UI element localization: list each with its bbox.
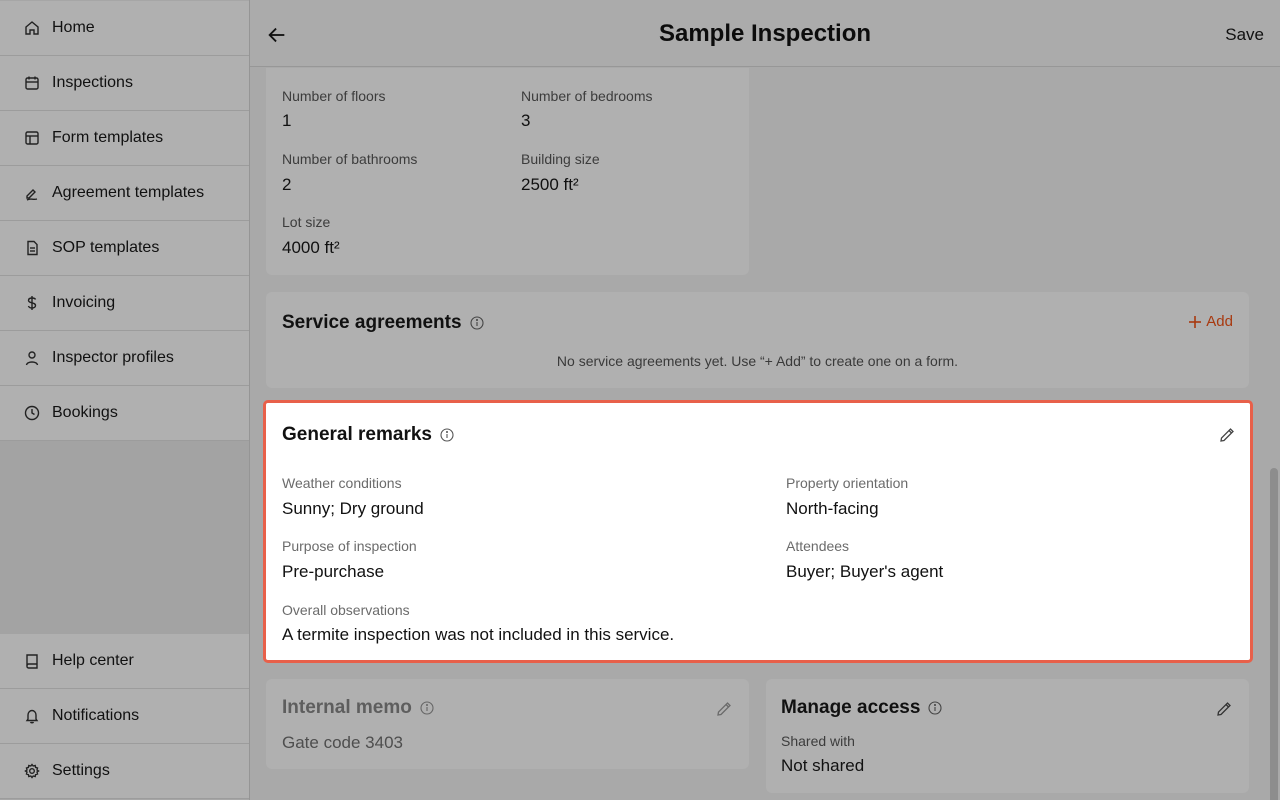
sidebar-item-bookings[interactable]: Bookings <box>0 386 249 441</box>
sidebar-item-sop-templates[interactable]: SOP templates <box>0 221 249 276</box>
general-remarks-title: General remarks <box>282 424 454 446</box>
attendees-label: Attendees <box>786 538 850 554</box>
scrollbar[interactable] <box>1270 468 1278 800</box>
internal-memo-title: Internal memo <box>282 697 434 719</box>
service-agreements-title: Service agreements <box>282 312 484 334</box>
service-agreements-card: Service agreements Add No service agreem… <box>266 292 1249 388</box>
bedrooms-value: 3 <box>521 111 531 130</box>
sidebar-item-label: Help center <box>52 652 134 669</box>
general-remarks-title-text: General remarks <box>282 424 432 445</box>
plus-icon <box>1189 315 1202 328</box>
property-orientation-value: North-facing <box>786 499 879 518</box>
lot-size-label: Lot size <box>282 214 331 230</box>
sidebar-item-label: Home <box>52 19 95 36</box>
page-title: Sample Inspection <box>658 20 872 47</box>
top-bar: Sample Inspection Save <box>250 0 1280 67</box>
sidebar-item-help-center[interactable]: Help center <box>0 634 249 689</box>
purpose-label: Purpose of inspection <box>282 538 417 554</box>
internal-memo-value: Gate code 3403 <box>282 733 403 752</box>
building-size-label: Building size <box>521 151 600 167</box>
service-agreements-empty-text: No service agreements yet. Use “+ Add” t… <box>556 353 959 369</box>
overall-observations-value: A termite inspection was not included in… <box>282 625 675 644</box>
user-icon <box>24 350 40 366</box>
bell-icon <box>24 708 40 724</box>
document-icon <box>24 240 40 256</box>
info-icon[interactable] <box>440 428 454 442</box>
sidebar-item-label: Form templates <box>52 129 164 146</box>
pencil-icon[interactable] <box>1218 426 1236 444</box>
general-remarks-card: General remarks Weather conditions Sunny… <box>263 400 1253 663</box>
calendar-icon <box>24 75 40 91</box>
lot-size-value: 4000 ft² <box>282 238 340 257</box>
sidebar-item-label: Inspector profiles <box>52 349 174 366</box>
bathrooms-label: Number of bathrooms <box>282 151 418 167</box>
sidebar-item-label: Settings <box>52 762 110 779</box>
weather-conditions-label: Weather conditions <box>282 475 402 491</box>
sidebar-item-settings[interactable]: Settings <box>0 744 249 799</box>
sidebar: Home Inspections Form templates Agreemen… <box>0 0 250 800</box>
manage-access-title-text: Manage access <box>781 697 921 718</box>
sidebar-item-inspections[interactable]: Inspections <box>0 56 249 111</box>
dollar-icon <box>24 295 40 311</box>
sidebar-item-agreement-templates[interactable]: Agreement templates <box>0 166 249 221</box>
shared-with-value: Not shared <box>781 756 865 775</box>
building-size-value: 2500 ft² <box>521 175 579 194</box>
add-label: Add <box>1206 313 1233 330</box>
sidebar-spacer <box>0 441 249 634</box>
sidebar-item-label: SOP templates <box>52 239 160 256</box>
sidebar-item-notifications[interactable]: Notifications <box>0 689 249 744</box>
sidebar-item-inspector-profiles[interactable]: Inspector profiles <box>0 331 249 386</box>
pencil-icon[interactable] <box>715 700 733 718</box>
signature-icon <box>24 185 40 201</box>
sidebar-item-label: Notifications <box>52 707 140 724</box>
sidebar-item-home[interactable]: Home <box>0 1 249 56</box>
floors-label: Number of floors <box>282 88 386 104</box>
overall-observations-label: Overall observations <box>282 602 410 618</box>
gear-icon <box>24 763 40 779</box>
bathrooms-value: 2 <box>282 175 292 194</box>
sidebar-item-form-templates[interactable]: Form templates <box>0 111 249 166</box>
info-icon[interactable] <box>420 701 434 715</box>
purpose-value: Pre-purchase <box>282 562 385 581</box>
sidebar-item-label: Agreement templates <box>52 184 205 201</box>
layout-icon <box>24 130 40 146</box>
property-details-card: Number of floors 1 Number of bedrooms 3 … <box>266 68 749 275</box>
shared-with-label: Shared with <box>781 733 855 749</box>
sidebar-item-label: Invoicing <box>52 294 116 311</box>
info-icon[interactable] <box>928 701 942 715</box>
property-orientation-label: Property orientation <box>786 475 909 491</box>
sidebar-item-label: Bookings <box>52 404 118 421</box>
service-agreements-title-text: Service agreements <box>282 312 462 333</box>
attendees-value: Buyer; Buyer's agent <box>786 562 944 581</box>
info-icon[interactable] <box>470 316 484 330</box>
clock-icon <box>24 405 40 421</box>
pencil-icon[interactable] <box>1215 700 1233 718</box>
weather-conditions-value: Sunny; Dry ground <box>282 499 424 518</box>
add-service-agreement-button[interactable]: Add <box>1188 313 1233 330</box>
sidebar-item-invoicing[interactable]: Invoicing <box>0 276 249 331</box>
book-icon <box>24 653 40 669</box>
sidebar-item-label: Inspections <box>52 74 133 91</box>
manage-access-title: Manage access <box>781 697 942 719</box>
bedrooms-label: Number of bedrooms <box>521 88 653 104</box>
save-button[interactable]: Save <box>1225 25 1264 45</box>
internal-memo-card: Internal memo Gate code 3403 <box>266 679 749 769</box>
home-icon <box>24 20 40 36</box>
manage-access-card: Manage access Shared with Not shared <box>766 679 1249 793</box>
internal-memo-title-text: Internal memo <box>282 697 412 718</box>
floors-value: 1 <box>282 111 292 130</box>
